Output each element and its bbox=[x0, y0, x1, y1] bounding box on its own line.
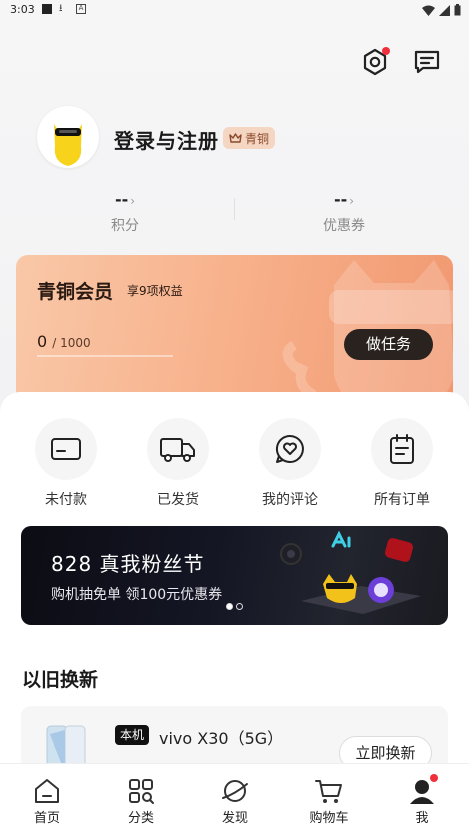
status-bar: 3:03 ⭳ A bbox=[0, 0, 469, 22]
nav-item-me[interactable]: 我 bbox=[392, 774, 452, 826]
progress-bar bbox=[37, 355, 173, 357]
order-all[interactable]: 所有订单 bbox=[362, 418, 442, 509]
carousel-dot[interactable] bbox=[236, 603, 243, 610]
tier-label: 青铜 bbox=[245, 131, 270, 146]
points-label: 积分 bbox=[111, 218, 139, 234]
notification-square-icon bbox=[42, 4, 52, 14]
order-reviews[interactable]: 我的评论 bbox=[250, 418, 330, 509]
progress-current: 0 bbox=[37, 332, 48, 351]
do-tasks-button[interactable]: 做任务 bbox=[344, 329, 433, 360]
crown-icon bbox=[229, 132, 242, 143]
tradein-section-title: 以旧换新 bbox=[22, 669, 99, 691]
nav-item-category[interactable]: 分类 bbox=[111, 776, 171, 826]
messages-button[interactable] bbox=[411, 46, 443, 78]
nav-item-home[interactable]: 首页 bbox=[17, 776, 77, 826]
nav-item-discover[interactable]: 发现 bbox=[205, 776, 265, 826]
bottom-navigation: 首页 分类 发现 购物车 我 bbox=[0, 763, 469, 833]
own-device-tag: 本机 bbox=[115, 725, 150, 745]
category-icon bbox=[129, 779, 154, 804]
settings-button[interactable] bbox=[359, 46, 391, 78]
nav-label: 发现 bbox=[221, 811, 248, 826]
carousel-dot-active[interactable] bbox=[226, 603, 233, 610]
membership-benefit[interactable]: 享9项权益 bbox=[127, 282, 183, 299]
banner-subtitle: 购机抽免单 领100元优惠券 bbox=[51, 587, 223, 603]
membership-title: 青铜会员 bbox=[37, 281, 114, 303]
profile-screen: 3:03 ⭳ A 登录与注册 青铜 -- › 积分 -- › 优惠券 青铜会员 … bbox=[0, 0, 469, 833]
truck-icon bbox=[160, 438, 195, 462]
order-icon-circle bbox=[147, 418, 209, 480]
promo-banner[interactable]: 828 真我粉丝节 购机抽免单 领100元优惠券 bbox=[21, 526, 448, 625]
cart-icon bbox=[315, 780, 342, 803]
order-shipped[interactable]: 已发货 bbox=[138, 418, 218, 509]
progress-readout: 0 / 1000 bbox=[37, 332, 91, 351]
order-icon-circle bbox=[259, 418, 321, 480]
me-notification-dot bbox=[430, 774, 438, 782]
nav-label: 我 bbox=[415, 811, 429, 826]
tier-badge[interactable]: 青铜 bbox=[223, 127, 276, 149]
chevron-right-icon: › bbox=[349, 194, 355, 208]
heart-chat-icon bbox=[275, 434, 304, 463]
order-label: 我的评论 bbox=[262, 492, 318, 508]
banner-art-icon bbox=[280, 530, 421, 614]
download-icon: ⭳ bbox=[59, 3, 63, 14]
login-register-link[interactable]: 登录与注册 bbox=[114, 125, 219, 154]
coupons-value: -- bbox=[333, 190, 348, 209]
stat-divider bbox=[234, 198, 235, 220]
coupons-stat[interactable]: -- › 优惠券 bbox=[289, 190, 399, 235]
order-unpaid[interactable]: 未付款 bbox=[26, 418, 106, 509]
order-icon-circle bbox=[371, 418, 433, 480]
carousel-dots bbox=[226, 603, 243, 610]
nav-label: 购物车 bbox=[309, 811, 349, 826]
nav-label: 分类 bbox=[127, 811, 154, 826]
a-app-icon: A bbox=[76, 4, 86, 14]
mascot-avatar-icon bbox=[54, 124, 82, 166]
order-label: 未付款 bbox=[45, 492, 87, 508]
phone-model: vivo X30（5G） bbox=[159, 729, 284, 748]
nav-label: 首页 bbox=[33, 811, 60, 826]
points-stat[interactable]: -- › 积分 bbox=[70, 190, 180, 235]
wifi-icon bbox=[422, 5, 435, 16]
status-system-icons bbox=[422, 4, 461, 16]
coupons-label: 优惠券 bbox=[323, 218, 365, 234]
nav-item-cart[interactable]: 购物车 bbox=[299, 776, 359, 826]
clipboard-icon bbox=[390, 434, 414, 464]
message-icon bbox=[414, 50, 440, 74]
progress-total: / 1000 bbox=[52, 336, 91, 350]
settings-notification-dot bbox=[382, 47, 390, 55]
membership-card[interactable]: 青铜会员 享9项权益 0 / 1000 做任务 bbox=[16, 255, 453, 415]
avatar[interactable] bbox=[37, 106, 99, 168]
status-time: 3:03 bbox=[10, 3, 35, 16]
order-icon-circle bbox=[35, 418, 97, 480]
home-icon bbox=[35, 779, 59, 803]
order-label: 所有订单 bbox=[374, 492, 430, 508]
banner-title: 828 真我粉丝节 bbox=[51, 552, 205, 576]
battery-icon bbox=[454, 4, 461, 16]
chevron-right-icon: › bbox=[130, 194, 136, 208]
status-notification-icons: ⭳ A bbox=[42, 4, 86, 15]
signal-icon bbox=[439, 4, 450, 16]
order-label: 已发货 bbox=[157, 492, 199, 508]
points-value: -- bbox=[114, 190, 129, 209]
planet-icon bbox=[222, 780, 248, 802]
card-icon bbox=[51, 438, 81, 460]
